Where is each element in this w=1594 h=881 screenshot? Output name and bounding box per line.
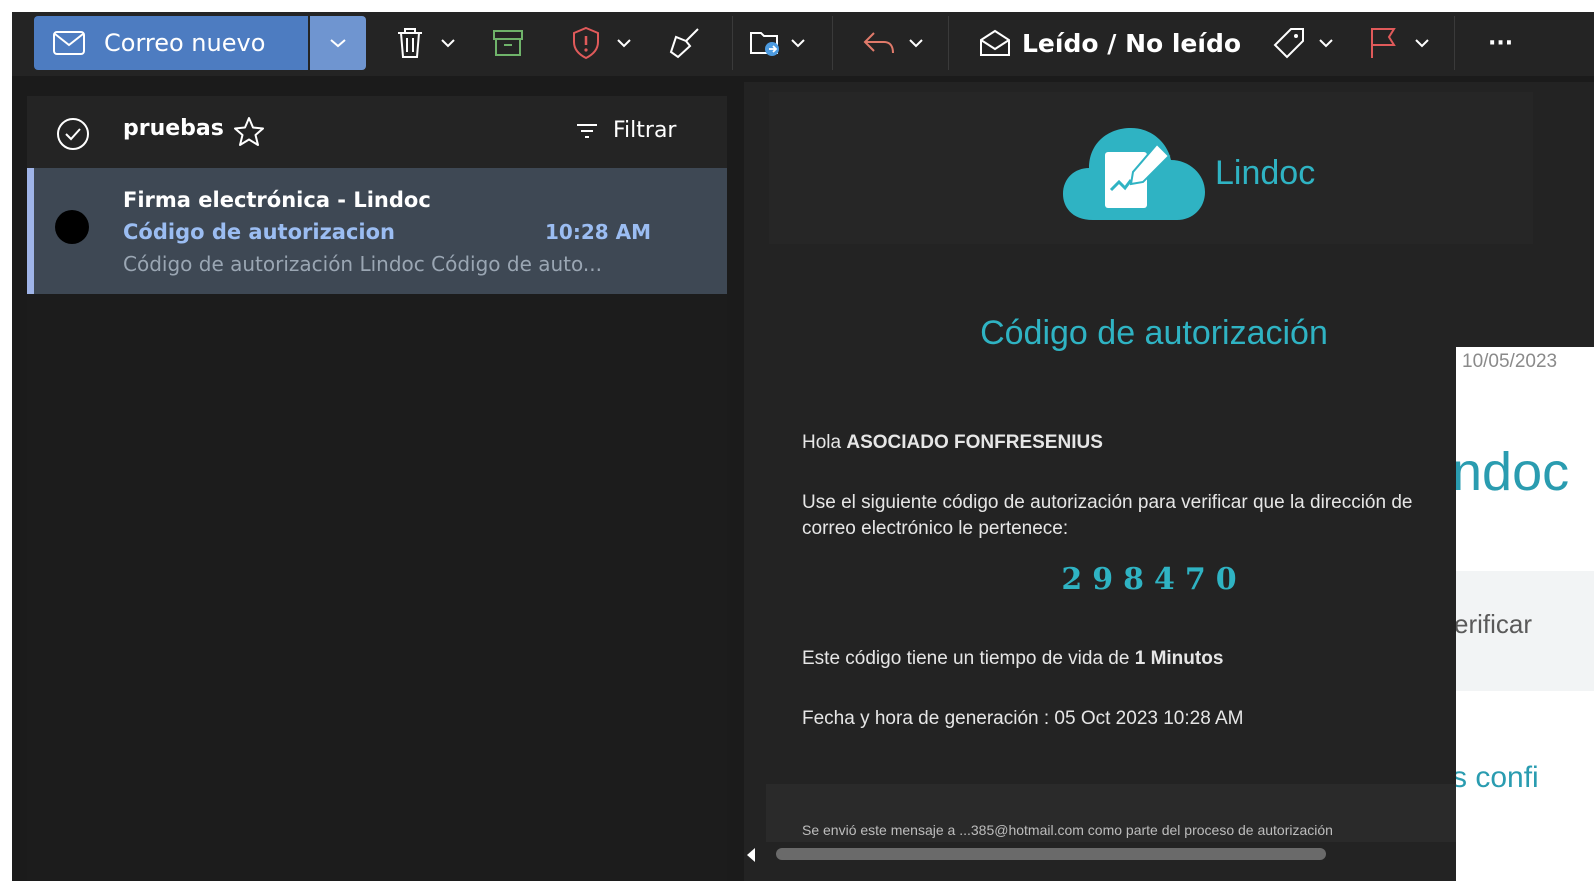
- broom-icon: [668, 26, 702, 60]
- filter-label: Filtrar: [613, 118, 677, 143]
- chevron-down-icon[interactable]: [616, 38, 632, 48]
- read-unread-label: Leído / No leído: [1022, 28, 1242, 58]
- new-mail-dropdown-button[interactable]: [310, 16, 366, 70]
- new-mail-button[interactable]: Correo nuevo: [34, 16, 308, 70]
- message-preview: Código de autorización Lindoc Código de …: [123, 252, 602, 276]
- chevron-down-icon[interactable]: [790, 38, 806, 48]
- more-options-button[interactable]: ···: [1488, 16, 1513, 70]
- reply-icon: [862, 29, 896, 57]
- tag-icon: [1272, 26, 1306, 60]
- email-heading: Código de autorización: [980, 314, 1328, 352]
- folder-title: pruebas: [123, 116, 224, 141]
- email-instruction-line-2: correo electrónico le pertenece:: [802, 518, 1069, 539]
- toolbar-divider: [732, 16, 733, 70]
- unread-indicator[interactable]: [55, 210, 89, 244]
- archive-icon: [492, 28, 524, 58]
- trash-icon: [394, 26, 426, 60]
- report-button[interactable]: [570, 16, 632, 70]
- email-brand-name: Lindoc: [1215, 154, 1316, 192]
- move-to-button[interactable]: [748, 16, 806, 70]
- chevron-down-icon: [329, 37, 347, 49]
- message-sender: Firma electrónica - Lindoc: [123, 188, 431, 212]
- folder-move-icon: [748, 27, 782, 59]
- filter-button[interactable]: Filtrar: [575, 118, 676, 143]
- filter-icon: [575, 121, 599, 141]
- delete-button[interactable]: [394, 16, 456, 70]
- chevron-down-icon[interactable]: [440, 38, 456, 48]
- email-greeting: Hola ASOCIADO FONFRESENIUS: [802, 432, 1103, 454]
- lifetime-prefix: Este código tiene un tiempo de vida de: [802, 648, 1135, 669]
- sweep-button[interactable]: [668, 16, 702, 70]
- email-generated-date: Fecha y hora de generación : 05 Oct 2023…: [802, 708, 1244, 729]
- overlay-confirm-text: s confi: [1456, 761, 1539, 794]
- chevron-down-icon[interactable]: [908, 38, 924, 48]
- categorize-button[interactable]: [1272, 16, 1334, 70]
- mail-icon: [52, 30, 86, 56]
- new-mail-label: Correo nuevo: [104, 29, 266, 57]
- more-options-label: ···: [1488, 30, 1514, 56]
- selection-indicator: [27, 168, 34, 294]
- envelope-open-icon: [978, 28, 1012, 58]
- email-lifetime: Este código tiene un tiempo de vida de 1…: [802, 648, 1223, 670]
- new-mail-split-button: Correo nuevo: [34, 16, 366, 70]
- message-list-item[interactable]: Firma electrónica - Lindoc Código de aut…: [27, 168, 727, 294]
- authorization-code: 298470: [1061, 562, 1247, 597]
- message-subject: Código de autorizacion: [123, 220, 395, 244]
- flag-button[interactable]: [1368, 16, 1430, 70]
- message-time: 10:28 AM: [545, 220, 652, 244]
- chevron-down-icon[interactable]: [1318, 38, 1334, 48]
- message-list-pane: pruebas Filtrar Firma electrónica - Lind…: [27, 96, 727, 881]
- overlay-date: 10/05/2023: [1462, 351, 1558, 372]
- chevron-down-icon[interactable]: [1414, 38, 1430, 48]
- flag-icon: [1368, 26, 1398, 60]
- archive-button[interactable]: [492, 16, 524, 70]
- command-toolbar: Correo nuevo Leído / No leído ···: [12, 12, 1594, 76]
- scroll-left-arrow-icon[interactable]: [744, 846, 758, 864]
- overlapping-window: 10/05/2023 ndoc erificar s confi: [1456, 347, 1594, 881]
- toolbar-divider: [1454, 16, 1455, 70]
- star-icon[interactable]: [231, 114, 267, 150]
- email-header-banner: Lindoc: [769, 92, 1533, 244]
- toolbar-divider: [832, 16, 833, 70]
- overlay-verify-button[interactable]: erificar: [1456, 609, 1532, 640]
- overlay-brand: ndoc: [1456, 442, 1570, 502]
- email-footer-text: Se envió este mensaje a ...385@hotmail.c…: [802, 822, 1333, 838]
- greeting-prefix: Hola: [802, 432, 847, 453]
- recipient-name: ASOCIADO FONFRESENIUS: [846, 432, 1103, 453]
- lindoc-logo-icon: [1059, 116, 1209, 226]
- shield-alert-icon: [570, 26, 602, 60]
- overlay-verify-panel: erificar: [1456, 571, 1594, 691]
- email-instruction-line-1: Use el siguiente código de autorización …: [802, 492, 1413, 513]
- read-unread-button[interactable]: Leído / No leído: [978, 16, 1241, 70]
- select-all-checkbox[interactable]: [55, 116, 91, 152]
- reply-button[interactable]: [862, 16, 924, 70]
- toolbar-divider: [948, 16, 949, 70]
- horizontal-scrollbar-thumb[interactable]: [776, 848, 1326, 860]
- lifetime-value: 1 Minutos: [1134, 648, 1224, 669]
- message-list-header: pruebas Filtrar: [27, 96, 727, 168]
- mail-app-window: Correo nuevo Leído / No leído ··· prueba…: [12, 12, 1594, 881]
